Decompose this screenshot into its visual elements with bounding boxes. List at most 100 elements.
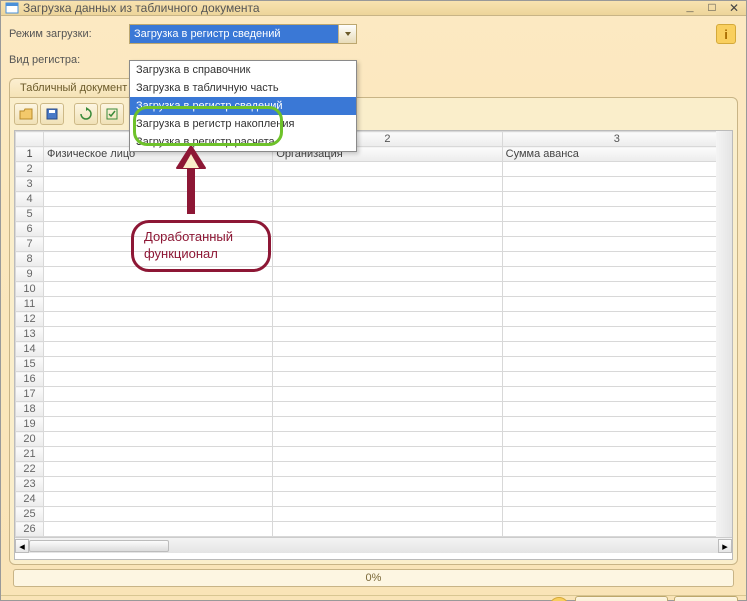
row-number[interactable]: 18 xyxy=(16,402,44,417)
scroll-left-icon[interactable]: ◂ xyxy=(15,539,29,553)
row-number[interactable]: 25 xyxy=(16,507,44,522)
row-number[interactable]: 8 xyxy=(16,252,44,267)
cell[interactable] xyxy=(44,177,273,192)
cell[interactable] xyxy=(502,417,731,432)
row-number[interactable]: 20 xyxy=(16,432,44,447)
cell[interactable] xyxy=(502,432,731,447)
row-number[interactable]: 6 xyxy=(16,222,44,237)
row-number[interactable]: 14 xyxy=(16,342,44,357)
cell[interactable] xyxy=(44,372,273,387)
cell[interactable] xyxy=(273,252,502,267)
tab-table-document[interactable]: Табличный документ xyxy=(9,78,138,97)
cell[interactable] xyxy=(502,507,731,522)
minimize-button[interactable]: _ xyxy=(682,1,698,15)
mode-combobox[interactable]: Загрузка в регистр сведений xyxy=(129,24,357,44)
close-window-button[interactable]: ✕ xyxy=(726,1,742,15)
cell[interactable] xyxy=(44,162,273,177)
sub-header[interactable]: Сумма аванса xyxy=(502,147,731,162)
row-number[interactable]: 21 xyxy=(16,447,44,462)
cell[interactable] xyxy=(502,342,731,357)
row-number[interactable]: 7 xyxy=(16,237,44,252)
maximize-button[interactable]: □ xyxy=(704,1,720,15)
cell[interactable] xyxy=(44,477,273,492)
cell[interactable] xyxy=(273,237,502,252)
scroll-right-icon[interactable]: ▸ xyxy=(718,539,732,553)
scroll-thumb[interactable] xyxy=(29,540,169,552)
cell[interactable] xyxy=(502,252,731,267)
cell[interactable] xyxy=(502,402,731,417)
cell[interactable] xyxy=(44,417,273,432)
cell[interactable] xyxy=(502,237,731,252)
cell[interactable] xyxy=(44,447,273,462)
cell[interactable] xyxy=(502,207,731,222)
cell[interactable] xyxy=(44,492,273,507)
cell[interactable] xyxy=(502,177,731,192)
cell[interactable] xyxy=(44,387,273,402)
cell[interactable] xyxy=(44,522,273,537)
cell[interactable] xyxy=(273,492,502,507)
cell[interactable] xyxy=(502,477,731,492)
cell[interactable] xyxy=(44,357,273,372)
row-number[interactable]: 5 xyxy=(16,207,44,222)
row-number[interactable]: 10 xyxy=(16,282,44,297)
dropdown-item[interactable]: Загрузка в регистр расчета xyxy=(130,133,356,151)
dropdown-item[interactable]: Загрузка в регистр накопления xyxy=(130,115,356,133)
col-header[interactable]: 3 xyxy=(502,132,731,147)
chevron-down-icon[interactable] xyxy=(338,25,356,43)
cell[interactable] xyxy=(502,372,731,387)
cell[interactable] xyxy=(502,492,731,507)
help-icon[interactable]: i xyxy=(716,24,736,44)
row-number[interactable]: 19 xyxy=(16,417,44,432)
row-number[interactable]: 22 xyxy=(16,462,44,477)
cell[interactable] xyxy=(502,327,731,342)
dropdown-item[interactable]: Загрузка в табличную часть xyxy=(130,79,356,97)
cell[interactable] xyxy=(502,282,731,297)
dropdown-item[interactable]: Загрузка в регистр сведений xyxy=(130,97,356,115)
cell[interactable] xyxy=(502,447,731,462)
cell[interactable] xyxy=(502,462,731,477)
cell[interactable] xyxy=(273,372,502,387)
spreadsheet-grid[interactable]: 1231Физическое лицоОрганизацияСумма аван… xyxy=(14,130,733,560)
refresh-button[interactable] xyxy=(74,103,98,125)
horizontal-scrollbar[interactable]: ◂ ▸ xyxy=(15,537,732,553)
cell[interactable] xyxy=(273,507,502,522)
row-number[interactable]: 23 xyxy=(16,477,44,492)
load-button[interactable]: Загрузить xyxy=(575,596,668,601)
cell[interactable] xyxy=(44,312,273,327)
cell[interactable] xyxy=(44,267,273,282)
cell[interactable] xyxy=(502,357,731,372)
row-number[interactable]: 3 xyxy=(16,177,44,192)
cell[interactable] xyxy=(44,432,273,447)
cell[interactable] xyxy=(44,507,273,522)
cell[interactable] xyxy=(502,312,731,327)
fill-control-button[interactable] xyxy=(100,103,124,125)
close-button[interactable]: Закрыть xyxy=(674,596,738,601)
row-number[interactable]: 12 xyxy=(16,312,44,327)
cell[interactable] xyxy=(273,327,502,342)
row-number[interactable]: 2 xyxy=(16,162,44,177)
cell[interactable] xyxy=(273,417,502,432)
row-number[interactable]: 9 xyxy=(16,267,44,282)
cell[interactable] xyxy=(502,222,731,237)
cell[interactable] xyxy=(273,207,502,222)
cell[interactable] xyxy=(273,177,502,192)
cell[interactable] xyxy=(273,387,502,402)
save-button[interactable] xyxy=(40,103,64,125)
cell[interactable] xyxy=(273,432,502,447)
row-number[interactable]: 1 xyxy=(16,147,44,162)
row-number[interactable]: 11 xyxy=(16,297,44,312)
cell[interactable] xyxy=(502,297,731,312)
cell[interactable] xyxy=(44,342,273,357)
cell[interactable] xyxy=(273,402,502,417)
row-number[interactable]: 15 xyxy=(16,357,44,372)
cell[interactable] xyxy=(44,297,273,312)
cell[interactable] xyxy=(44,327,273,342)
cell[interactable] xyxy=(273,222,502,237)
row-number[interactable]: 13 xyxy=(16,327,44,342)
cell[interactable] xyxy=(502,522,731,537)
cell[interactable] xyxy=(273,462,502,477)
cell[interactable] xyxy=(273,297,502,312)
cell[interactable] xyxy=(273,447,502,462)
cell[interactable] xyxy=(273,162,502,177)
cell[interactable] xyxy=(273,192,502,207)
